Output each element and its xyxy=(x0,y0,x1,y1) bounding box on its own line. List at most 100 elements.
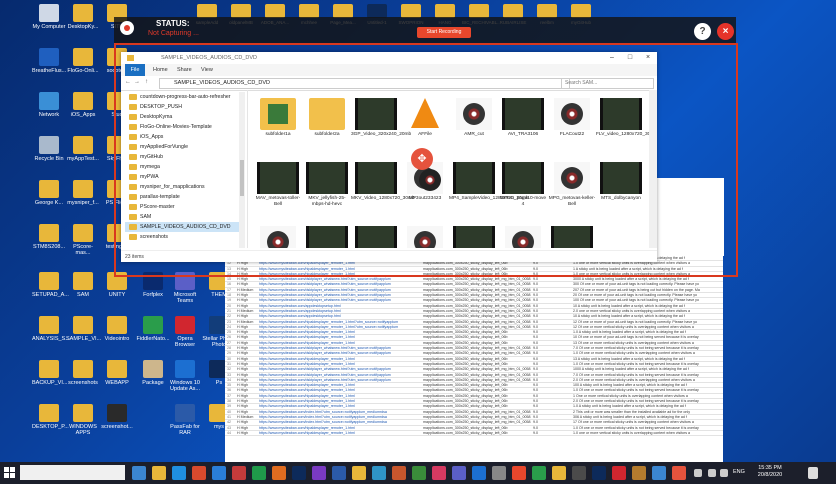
file-item[interactable]: MKV_jellyfish-25-mbps-hd-hevc xyxy=(302,162,352,207)
chrome-icon[interactable] xyxy=(192,466,206,480)
app-icon-1[interactable] xyxy=(232,466,246,480)
tab-file[interactable]: File xyxy=(125,64,145,76)
tray-network-icon[interactable] xyxy=(694,469,702,477)
file-item[interactable]: MPEG_page10-move 4 xyxy=(498,162,548,207)
tree-item[interactable]: DesktopKyma xyxy=(129,112,172,122)
desktop-icon[interactable]: DESKTOP_P... xyxy=(32,404,69,430)
tree-item[interactable]: SAM xyxy=(129,212,151,222)
tab-share[interactable]: Share xyxy=(177,64,192,76)
desktop-icon[interactable]: PScore-mas... xyxy=(66,224,100,256)
file-item[interactable]: FLV_video_1280x720_30mb xyxy=(596,98,649,138)
app-icon-6[interactable] xyxy=(392,466,406,480)
file-item[interactable] xyxy=(253,226,303,248)
file-item[interactable] xyxy=(400,226,450,248)
desktop-icon[interactable]: Opera Browser xyxy=(168,316,202,348)
file-item[interactable]: MAV_metovas-toller-Bell xyxy=(253,162,303,207)
tray-volume-icon[interactable] xyxy=(708,469,716,477)
file-item[interactable] xyxy=(498,226,548,248)
desktop-icon[interactable]: WINDOWS APPS xyxy=(66,404,100,436)
desktop-icon[interactable]: iOS_Apps xyxy=(66,92,100,118)
app-icon-5[interactable] xyxy=(372,466,386,480)
tree-item[interactable]: iOS_Apps xyxy=(129,132,163,142)
tree-item[interactable]: myGitHub xyxy=(129,152,163,162)
windows-start-icon[interactable] xyxy=(4,467,15,478)
desktop-icon[interactable]: myAppTest... xyxy=(66,136,100,162)
app-icon-14[interactable] xyxy=(572,466,586,480)
tree-item[interactable]: PScore-master xyxy=(129,202,175,212)
search-input[interactable]: Search SAM... xyxy=(561,78,654,89)
tree-item[interactable]: FloGo-Online-Movies-Template xyxy=(129,122,212,132)
desktop-icon[interactable]: BACKUP_VI... xyxy=(32,360,67,386)
teams-icon[interactable] xyxy=(452,466,466,480)
edge-icon[interactable] xyxy=(172,466,186,480)
file-item[interactable]: MTS_dolbycanyon xyxy=(596,162,646,202)
app-icon-11[interactable] xyxy=(512,466,526,480)
file-item[interactable]: MPG_metovas-keller-Bell xyxy=(547,162,597,207)
tree-item[interactable]: myAppliedForVungle xyxy=(129,142,188,152)
app-icon-10[interactable] xyxy=(492,466,506,480)
file-item[interactable]: AVI_TRA3106 xyxy=(498,98,548,138)
address-input[interactable]: SAMPLE_VIDEOS_AUDIOS_CD_DVD xyxy=(159,78,570,89)
photoshop-icon[interactable] xyxy=(292,466,306,480)
language-indicator[interactable]: ENG xyxy=(733,469,745,475)
move-handle-icon[interactable]: ✥ xyxy=(411,148,433,170)
app-icon-12[interactable] xyxy=(532,466,546,480)
table-row[interactable]: 44 H High https://www.mysiteaban.com/hipal… xyxy=(225,431,723,437)
taskbar-search-input[interactable] xyxy=(20,465,125,480)
tree-item[interactable]: parallax-template xyxy=(129,192,180,202)
app-icon-9[interactable] xyxy=(472,466,486,480)
opera-icon[interactable] xyxy=(612,466,626,480)
app-icon-15[interactable] xyxy=(592,466,606,480)
app-icon-17[interactable] xyxy=(652,466,666,480)
file-item[interactable]: 3GP_Video_320x240_20mb xyxy=(351,98,411,138)
desktop-icon[interactable]: George K... xyxy=(32,180,66,206)
recorder-icon[interactable] xyxy=(672,466,686,480)
desktop-icon[interactable]: My Computer xyxy=(32,4,66,30)
tree-item[interactable]: myPWA xyxy=(129,172,159,182)
app-icon-7[interactable] xyxy=(412,466,426,480)
desktop-icon[interactable]: FloGo-Onli... xyxy=(66,48,100,74)
excel-icon[interactable] xyxy=(252,466,266,480)
desktop-icon[interactable]: SETUPAD_A... xyxy=(32,272,69,298)
app-icon-4[interactable] xyxy=(352,466,366,480)
tree-item[interactable]: mymega xyxy=(129,162,160,172)
file-item[interactable]: MKV_Video_1280x720_30mb xyxy=(351,162,415,202)
tree-item[interactable]: screenshots xyxy=(129,232,168,242)
tree-item[interactable]: countdown-progress-bar-auto-refresher xyxy=(129,92,231,102)
desktop-icon[interactable]: Package xyxy=(136,360,170,386)
app-icon-16[interactable] xyxy=(632,466,646,480)
back-icon[interactable]: ← xyxy=(125,79,131,85)
desktop-icon[interactable]: Windows 10 Update As... xyxy=(168,360,202,392)
desktop-icon[interactable]: screenshots xyxy=(66,360,100,386)
up-icon[interactable]: ↑ xyxy=(145,79,148,85)
file-scrollbar[interactable] xyxy=(649,90,657,248)
desktop-icon[interactable]: SAMPLE_VI... xyxy=(66,316,101,342)
file-item[interactable]: FLACout22 xyxy=(547,98,597,138)
app-icon-3[interactable] xyxy=(312,466,326,480)
desktop-icon[interactable]: screenshot... xyxy=(100,404,134,430)
tree-scroll-thumb[interactable] xyxy=(240,160,244,196)
file-item[interactable]: AMR_cut xyxy=(449,98,499,138)
tree-item[interactable]: SAMPLE_VIDEOS_AUDIOS_CD_DVD xyxy=(125,222,243,232)
file-item[interactable] xyxy=(302,226,352,248)
file-item[interactable]: AFFile xyxy=(400,98,450,138)
desktop-icon[interactable]: Recycle Bin xyxy=(32,136,66,162)
maximize-icon[interactable]: □ xyxy=(621,52,639,64)
file-item[interactable] xyxy=(547,226,597,248)
desktop-icon[interactable]: BreatheFlus... xyxy=(32,48,66,74)
task-view-icon[interactable] xyxy=(132,466,146,480)
app-icon-8[interactable] xyxy=(432,466,446,480)
minimize-icon[interactable]: – xyxy=(603,52,621,64)
tab-view[interactable]: View xyxy=(201,64,213,76)
store-icon[interactable] xyxy=(212,466,226,480)
close-icon[interactable]: × xyxy=(639,52,657,64)
word-icon[interactable] xyxy=(332,466,346,480)
tree-item[interactable]: mysniper_for_mapplications xyxy=(129,182,205,192)
app-icon-2[interactable] xyxy=(272,466,286,480)
desktop-icon[interactable]: FiddlerNato... xyxy=(136,316,170,342)
file-item[interactable]: subfolder1a xyxy=(253,98,303,138)
desktop-icon[interactable]: PassFab for RAR xyxy=(168,404,202,436)
desktop-icon[interactable]: WEBAPP xyxy=(100,360,134,386)
desktop-icon[interactable]: SAM xyxy=(66,272,100,298)
tray-battery-icon[interactable] xyxy=(720,469,728,477)
